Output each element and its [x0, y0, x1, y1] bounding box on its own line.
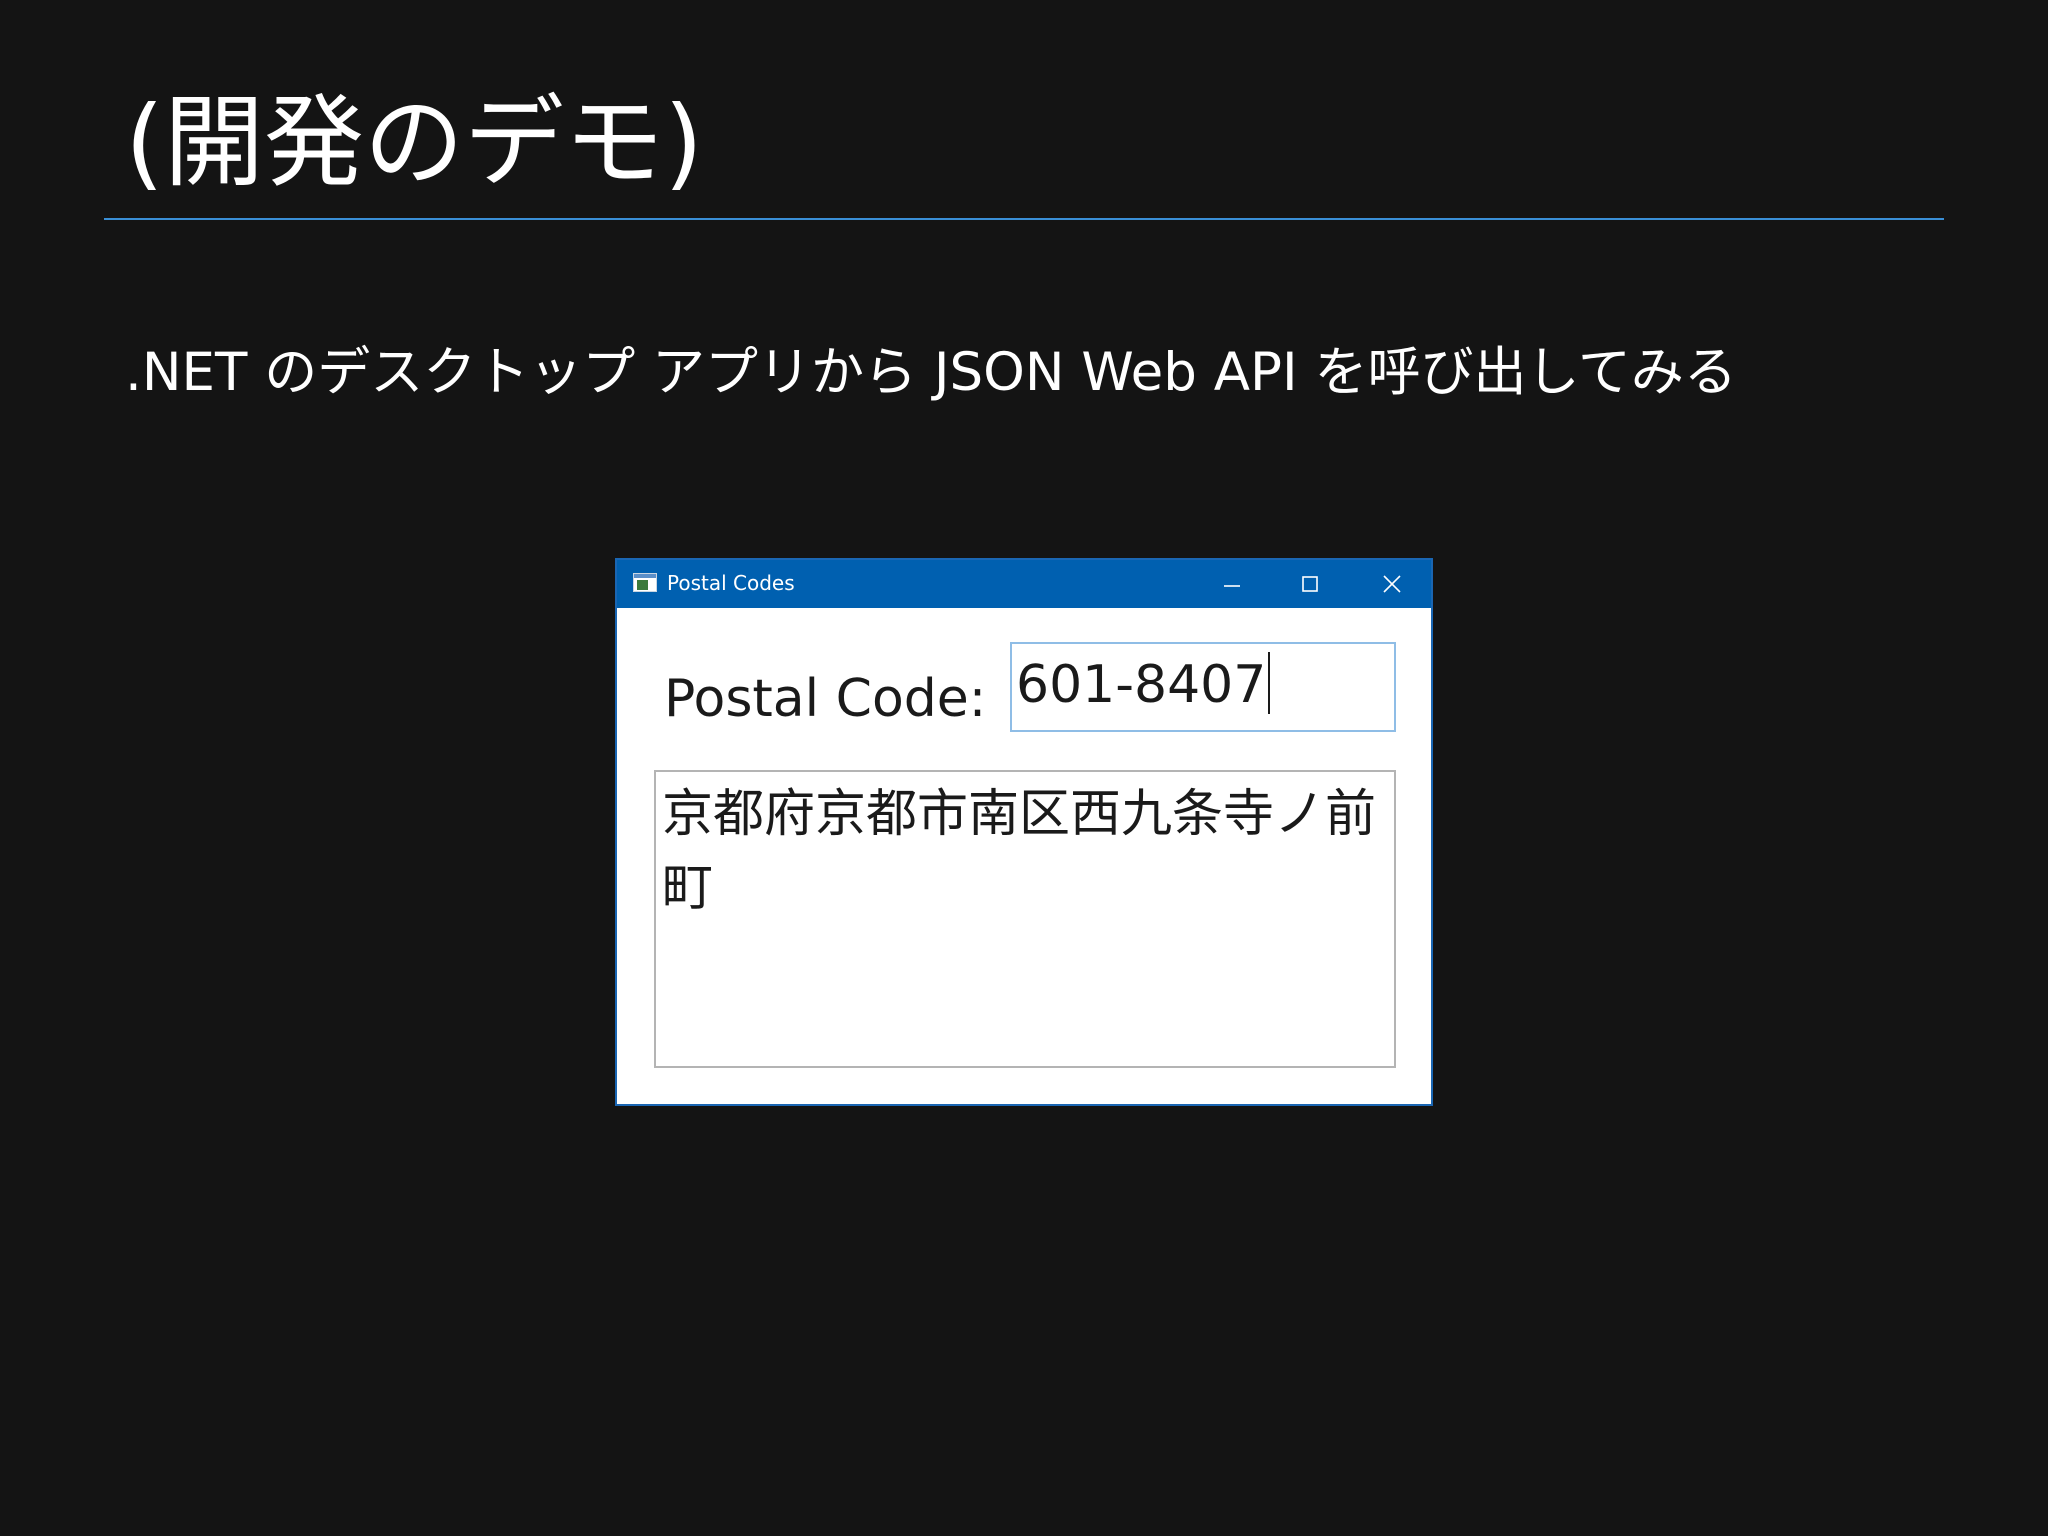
text-caret	[1268, 652, 1271, 714]
window-title: Postal Codes	[667, 571, 795, 595]
postal-code-label: Postal Code:	[664, 669, 987, 729]
window-client-area: Postal Code: 601-8407 京都府京都市南区西九条寺ノ前町	[617, 608, 1431, 1104]
postal-code-value: 601-8407	[1016, 655, 1267, 715]
close-icon	[1383, 575, 1401, 593]
slide-subtitle: .NET のデスクトップ アプリから JSON Web API を呼び出してみる	[125, 342, 1737, 403]
minimize-icon	[1224, 585, 1240, 587]
window-titlebar[interactable]: Postal Codes	[617, 560, 1431, 608]
title-divider	[104, 218, 1944, 220]
close-button[interactable]	[1353, 560, 1431, 608]
postal-code-input[interactable]: 601-8407	[1010, 642, 1396, 732]
postal-codes-window: Postal Codes Postal Code: 601-8407 京都府京都…	[615, 558, 1433, 1106]
address-textbox[interactable]: 京都府京都市南区西九条寺ノ前町	[654, 770, 1396, 1068]
maximize-icon	[1302, 576, 1318, 592]
app-icon[interactable]	[633, 573, 657, 592]
slide-title: (開発のデモ)	[125, 84, 704, 201]
minimize-button[interactable]	[1193, 560, 1271, 608]
slide: (開発のデモ) .NET のデスクトップ アプリから JSON Web API …	[0, 0, 2048, 1536]
maximize-button[interactable]	[1271, 560, 1349, 608]
address-text: 京都府京都市南区西九条寺ノ前町	[662, 785, 1377, 918]
